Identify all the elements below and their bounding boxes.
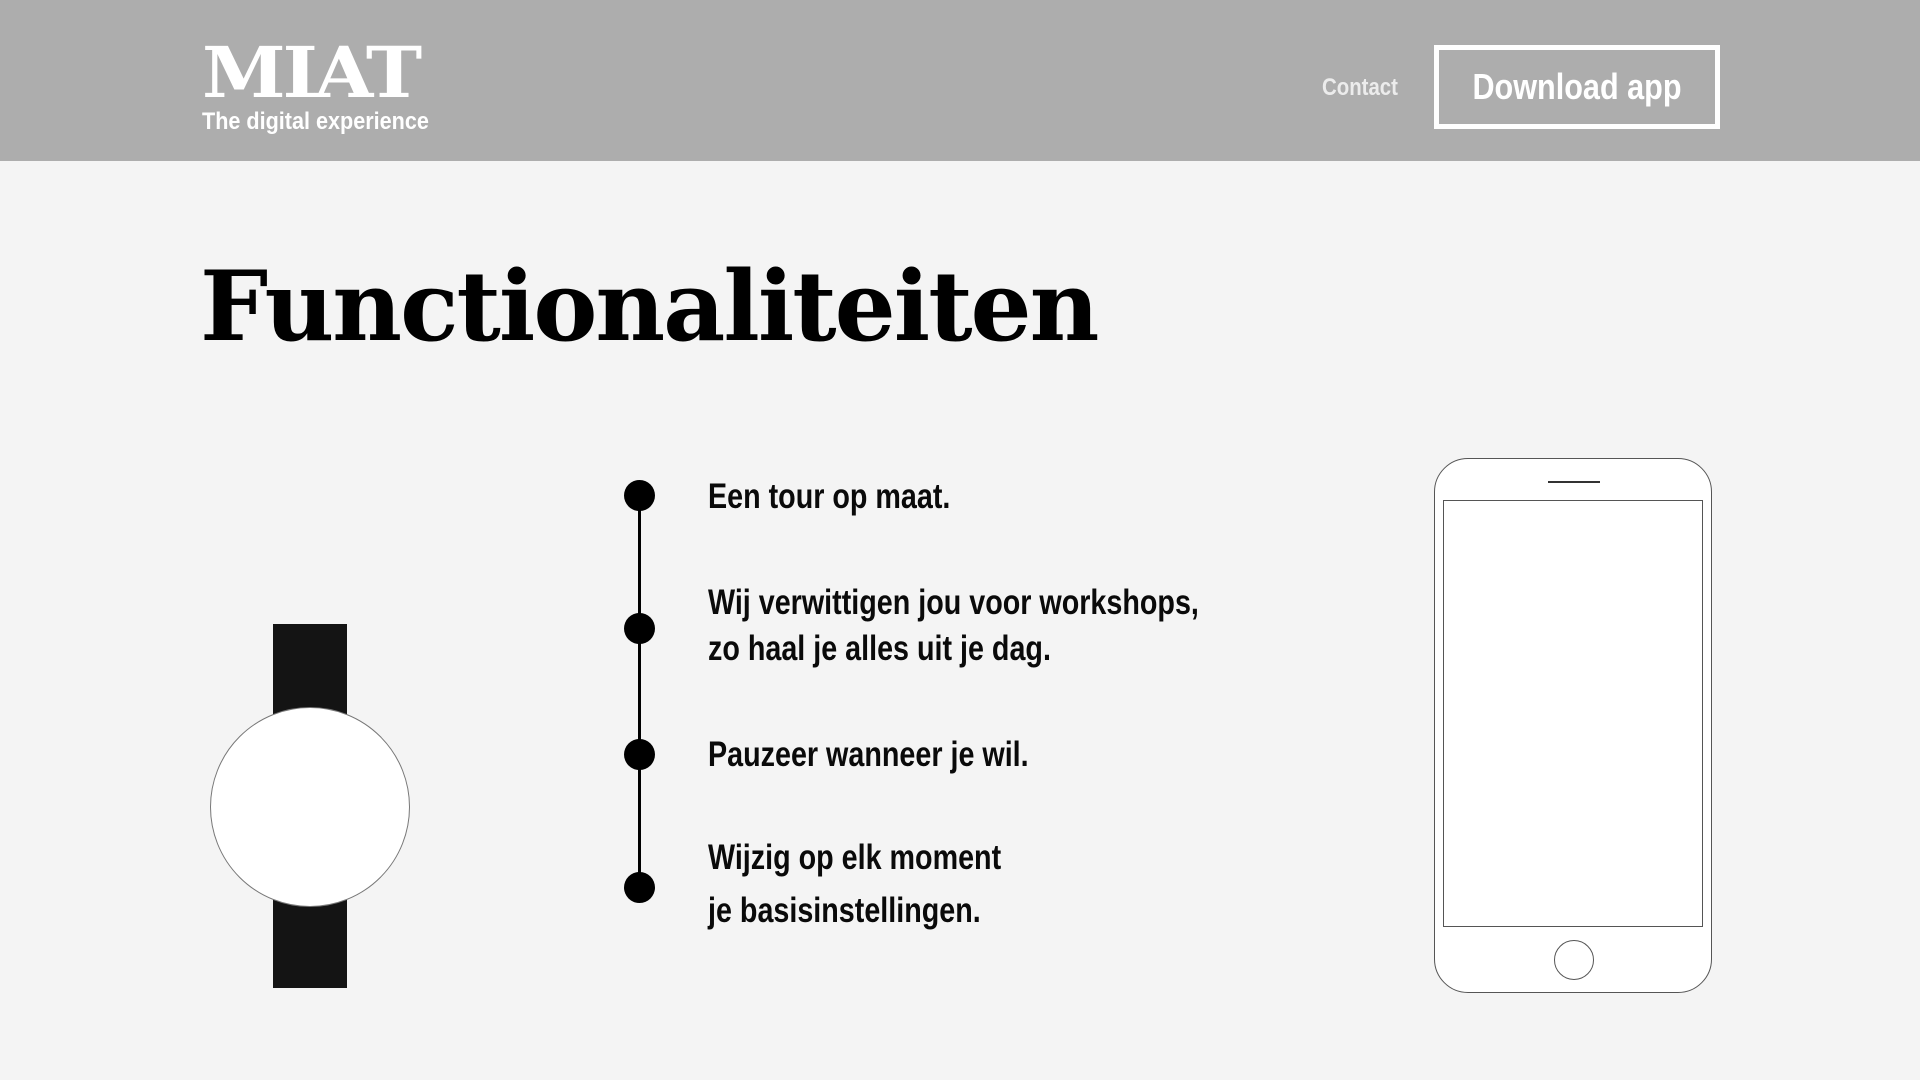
timeline-line [638,496,641,901]
download-app-label: Download app [1472,66,1682,107]
feature-text: Wijzig op elk moment je basisinstellinge… [708,838,1002,930]
logo-mark: MIAT [202,31,422,114]
smartwatch-icon [210,624,410,988]
download-app-button[interactable]: Download app [1434,45,1720,129]
watch-face [210,707,410,907]
timeline-dot [624,739,655,770]
feature-text: Een tour op maat. [708,477,951,516]
logo[interactable]: MIAT The digital experience [202,38,454,136]
timeline-dot [624,613,655,644]
phone-speaker [1548,481,1600,483]
phone-screen [1443,500,1703,927]
feature-text: Wij verwittigen jou voor workshops, zo h… [708,583,1199,668]
smartphone-icon [1434,458,1712,993]
feature-text: Pauzeer wanneer je wil. [708,735,1029,774]
logo-tagline: The digital experience [202,108,429,135]
phone-home-button [1554,940,1594,980]
site-header: MIAT The digital experience Contact Down… [0,0,1920,161]
nav-contact-link[interactable]: Contact [1322,74,1398,102]
page-title: Functionaliteiten [200,250,1099,363]
timeline-dot [624,480,655,511]
feature-timeline: Een tour op maat. Wij verwittigen jou vo… [620,477,1320,938]
timeline-dot [624,872,655,903]
